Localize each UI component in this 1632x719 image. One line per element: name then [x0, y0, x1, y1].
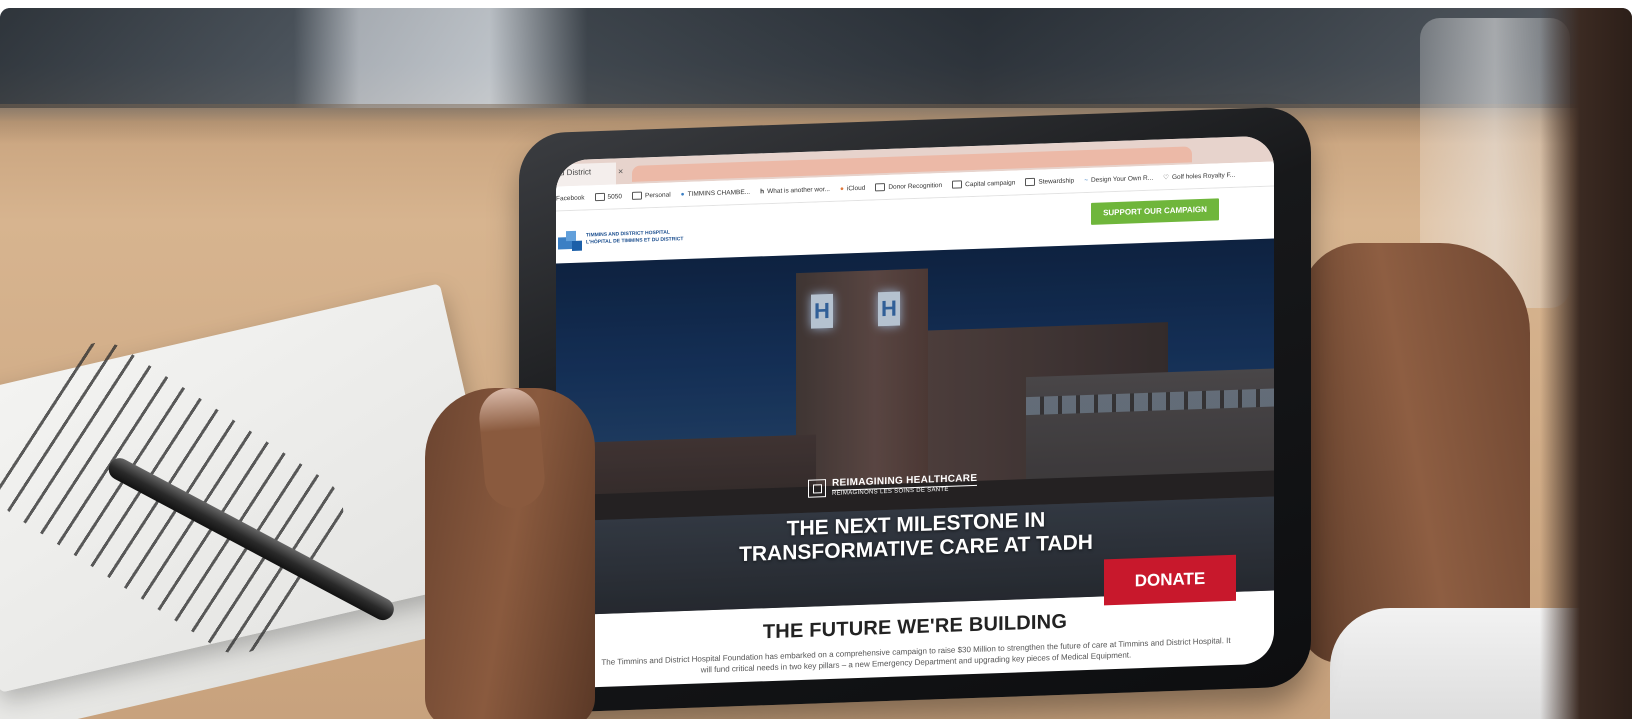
folder-icon [594, 192, 605, 202]
bookmark-label: 5050 [607, 192, 623, 201]
campaign-logo-icon [808, 478, 826, 498]
bookmark-label: TIMMINS CHAMBE... [687, 188, 751, 198]
background-photo: d District × Facebook 5050 Personal ● TIM… [0, 8, 1632, 719]
right-hand [1300, 243, 1530, 663]
bookmark-item[interactable]: ♡ Golf holes Royalty F... [1163, 171, 1236, 182]
wave-icon: ~ [1084, 176, 1088, 184]
bookmark-label: iCloud [846, 184, 866, 192]
bookmark-label: What is another wor... [767, 185, 830, 195]
folder-icon [952, 180, 963, 189]
hospital-logo-icon[interactable] [558, 230, 582, 254]
heart-icon: ♡ [1163, 174, 1169, 182]
bookmark-item[interactable]: 5050 [594, 192, 623, 202]
bookmark-label: Stewardship [1038, 176, 1075, 186]
tab-close-icon[interactable]: × [618, 166, 623, 176]
bookmark-label: Capital campaign [965, 178, 1016, 188]
bookmark-item[interactable]: Facebook [556, 194, 585, 202]
bookmark-item[interactable]: Capital campaign [952, 178, 1016, 189]
bookmark-item[interactable]: Personal [632, 191, 671, 200]
globe-icon: ● [680, 190, 685, 198]
browser-tab[interactable]: d District [556, 162, 616, 187]
bookmark-item[interactable]: ~ Design Your Own R... [1084, 174, 1153, 183]
bookmark-item[interactable]: h What is another wor... [760, 185, 830, 194]
folder-icon [1025, 177, 1036, 187]
hospital-logo-text[interactable]: TIMMINS AND DISTRICT HOSPITAL L'HÔPITAL … [586, 229, 696, 247]
bookmark-item[interactable]: ● TIMMINS CHAMBE... [681, 188, 750, 197]
folder-icon [632, 191, 643, 200]
person-hair [1540, 8, 1632, 719]
bookmark-item[interactable]: Donor Recognition [875, 181, 943, 192]
cloud-icon: ● [839, 184, 844, 193]
bookmark-item[interactable]: ● iCloud [840, 184, 865, 192]
bookmark-icon: h [760, 187, 765, 195]
bookmark-label: Personal [645, 191, 671, 199]
blurred-wall [0, 8, 1632, 108]
donate-button[interactable]: DONATE [1104, 554, 1236, 606]
folder-icon [875, 183, 886, 192]
support-campaign-button[interactable]: SUPPORT OUR CAMPAIGN [1091, 198, 1219, 225]
bookmark-label: Golf holes Royalty F... [1171, 171, 1236, 181]
bookmark-label: Design Your Own R... [1090, 174, 1154, 184]
bookmark-item[interactable]: Stewardship [1025, 176, 1075, 187]
tablet-screen: d District × Facebook 5050 Personal ● TIM… [556, 135, 1274, 689]
bookmark-label: Donor Recognition [888, 181, 943, 191]
bookmark-label: Facebook [556, 194, 585, 203]
